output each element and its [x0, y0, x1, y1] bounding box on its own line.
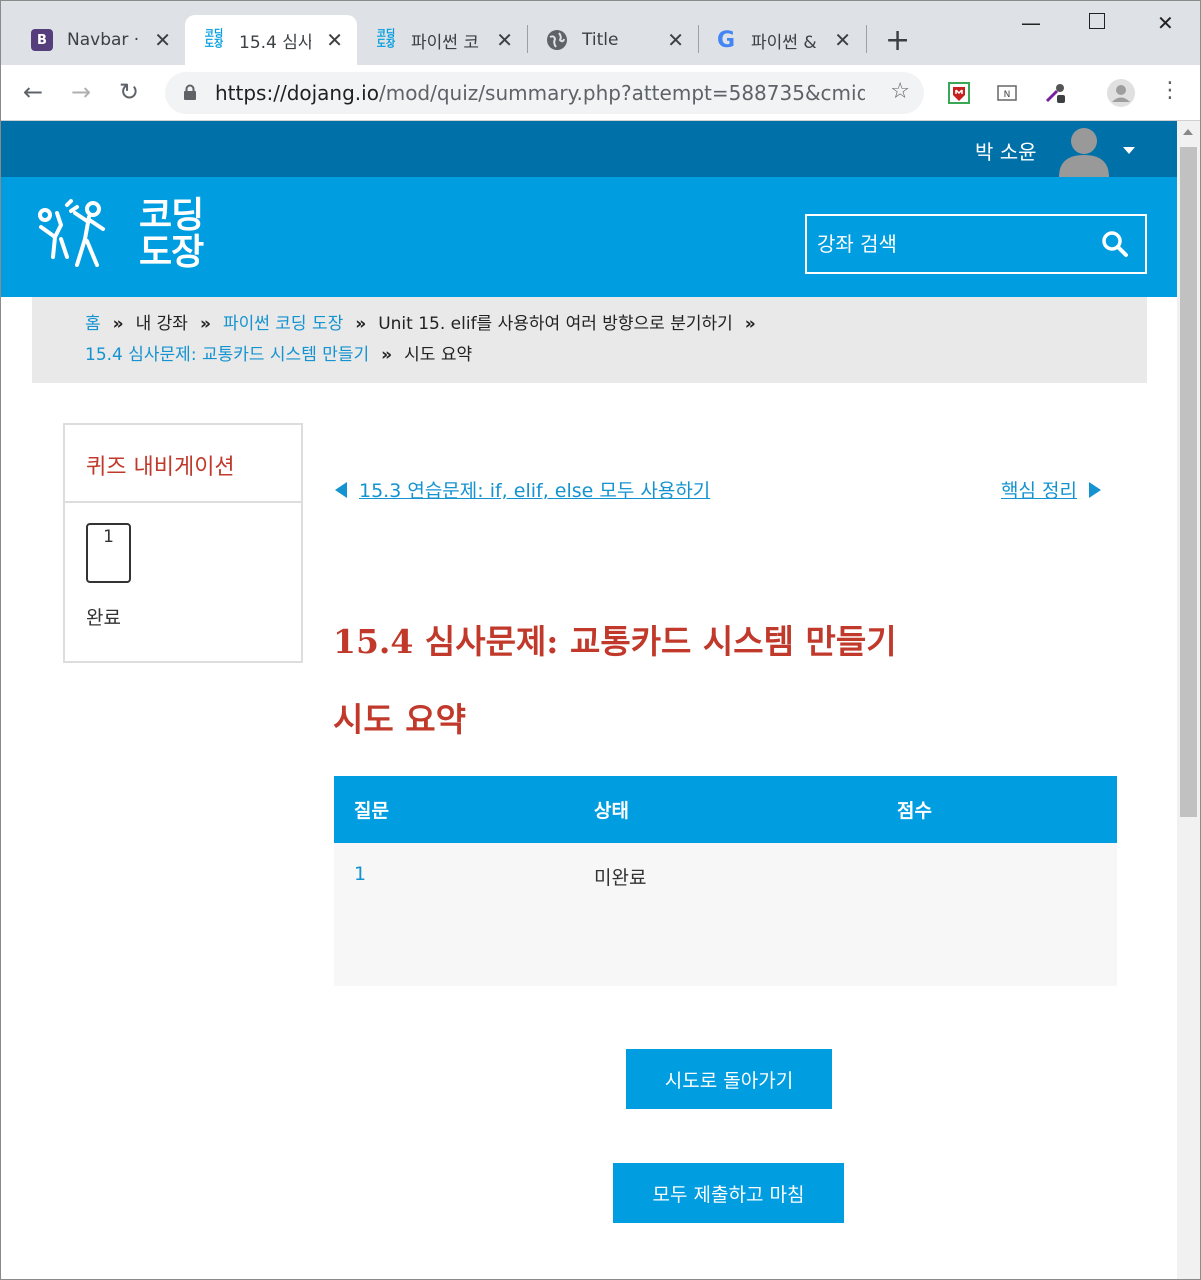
globe-icon: [546, 29, 568, 51]
url-text[interactable]: https://dojang.io/mod/quiz/summary.php?a…: [215, 81, 865, 105]
dojang-favicon-icon: 코딩 도장: [204, 29, 224, 50]
user-name[interactable]: 박 소윤: [975, 136, 1037, 165]
course-search-input[interactable]: [807, 216, 1087, 272]
breadcrumb-current: 시도 요약: [404, 345, 473, 365]
browser-toolbar: ← → ↻ https://dojang.io/mod/quiz/summary…: [1, 65, 1200, 121]
tab-navbar[interactable]: B Navbar · ✕: [1, 15, 185, 65]
notion-extension-icon[interactable]: N: [995, 81, 1019, 105]
svg-text:N: N: [1004, 90, 1011, 100]
page-title: 15.4 심사문제: 교통카드 시스템 만들기: [333, 622, 897, 661]
dojang-favicon-icon: 코딩 도장: [376, 29, 396, 50]
course-search-box: [805, 214, 1147, 274]
tab-quiz-summary[interactable]: 코딩 도장 15.4 심사 ✕: [185, 15, 357, 65]
user-bar: 박 소윤: [1, 121, 1177, 177]
quiz-navigation-block: 퀴즈 내비게이션 1 완료: [63, 423, 303, 663]
score-cell: [877, 843, 1117, 986]
prev-activity-link[interactable]: 15.3 연습문제: if, elif, else 모두 사용하기: [335, 476, 710, 503]
address-bar[interactable]: https://dojang.io/mod/quiz/summary.php?a…: [165, 72, 924, 114]
question-link[interactable]: 1: [354, 863, 366, 885]
prev-arrow-icon: [335, 482, 347, 498]
quiz-navigation-title: 퀴즈 내비게이션: [65, 425, 301, 503]
back-icon[interactable]: ←: [23, 78, 43, 106]
breadcrumb-separator: »: [744, 314, 756, 334]
tab-title: 파이썬 &: [751, 32, 817, 53]
summary-table: 질문 상태 점수 1 미완료: [334, 776, 1117, 986]
next-activity-label: 핵심 정리: [1001, 480, 1077, 502]
tab-title-page[interactable]: Title ✕: [528, 15, 698, 65]
reload-icon[interactable]: ↻: [119, 78, 139, 106]
tab-google-search[interactable]: G 파이썬 & ✕: [699, 15, 865, 65]
tab-python-coding[interactable]: 코딩 도장 파이썬 코 ✕: [357, 15, 527, 65]
close-window-icon[interactable]: ✕: [1157, 11, 1174, 35]
breadcrumb-separator: »: [199, 314, 211, 334]
close-tab-icon[interactable]: ✕: [667, 28, 684, 52]
tab-title: Title: [582, 30, 619, 50]
menu-kebab-icon[interactable]: ⋮: [1159, 78, 1181, 103]
site-logo-text[interactable]: 코딩 도장: [139, 195, 204, 273]
logo-line-2: 도장: [139, 232, 204, 273]
bootstrap-icon: B: [31, 29, 53, 51]
breadcrumb-quiz[interactable]: 15.4 심사문제: 교통카드 시스템 만들기: [85, 345, 369, 365]
google-icon: G: [716, 27, 736, 53]
breadcrumb-separator: »: [112, 314, 124, 334]
breadcrumb-home[interactable]: 홈: [85, 314, 101, 334]
close-tab-icon[interactable]: ✕: [326, 28, 343, 52]
tab-title: 파이썬 코: [411, 32, 479, 53]
col-status-header: 상태: [574, 776, 877, 843]
submit-all-and-finish-button[interactable]: 모두 제출하고 마침: [613, 1163, 844, 1223]
question-cell: 1: [334, 843, 574, 986]
table-header-row: 질문 상태 점수: [334, 776, 1117, 843]
next-activity-link[interactable]: 핵심 정리: [1001, 476, 1101, 503]
breadcrumb-separator: »: [355, 314, 367, 334]
finish-attempt-link[interactable]: 완료: [86, 603, 121, 630]
table-row: 1 미완료: [334, 843, 1117, 986]
web-page: 박 소윤 코딩 도장 강좌 검색 홈 » 내 강좌 » 파이썬 코딩 도장 » …: [1, 121, 1177, 1279]
close-tab-icon[interactable]: ✕: [496, 28, 513, 52]
scroll-up-arrow-icon[interactable]: [1183, 129, 1193, 135]
profile-icon[interactable]: [1107, 79, 1135, 107]
breadcrumb: 홈 » 내 강좌 » 파이썬 코딩 도장 » Unit 15. elif를 사용하여 여러 …: [32, 297, 1147, 383]
scrollbar-thumb[interactable]: [1180, 147, 1197, 817]
page-scrollbar[interactable]: [1177, 121, 1200, 1279]
shield-extension-icon[interactable]: [947, 81, 971, 105]
site-header: 코딩 도장: [1, 177, 1177, 297]
logo-line-1: 코딩: [139, 195, 204, 236]
close-tab-icon[interactable]: ✕: [834, 28, 851, 52]
url-host: https://dojang.io: [215, 81, 379, 105]
tab-title: 15.4 심사: [239, 32, 311, 53]
tab-strip: B Navbar · ✕ 코딩 도장 15.4 심사 ✕ 코딩 도장 파이썬 코 ✕…: [1, 1, 1200, 65]
browser-window: B Navbar · ✕ 코딩 도장 15.4 심사 ✕ 코딩 도장 파이썬 코 ✕…: [0, 0, 1201, 1280]
return-to-attempt-button[interactable]: 시도로 돌아가기: [626, 1049, 832, 1109]
breadcrumb-course[interactable]: 파이썬 코딩 도장: [223, 314, 343, 334]
col-score-header: 점수: [877, 776, 1117, 843]
eyedropper-extension-icon[interactable]: [1043, 81, 1067, 105]
user-avatar-icon[interactable]: [1057, 123, 1111, 177]
question-1-button[interactable]: 1: [86, 523, 131, 583]
bookmark-star-icon[interactable]: ☆: [890, 79, 910, 104]
col-question-header: 질문: [334, 776, 574, 843]
lock-icon: [184, 84, 196, 100]
search-icon[interactable]: [1101, 230, 1129, 258]
breadcrumb-separator: »: [381, 345, 393, 365]
maximize-icon[interactable]: [1089, 13, 1105, 29]
close-tab-icon[interactable]: ✕: [154, 28, 171, 52]
user-menu-caret-icon[interactable]: [1123, 147, 1135, 154]
breadcrumb-unit: Unit 15. elif를 사용하여 여러 방향으로 분기하기: [378, 314, 733, 334]
forward-icon[interactable]: →: [71, 78, 91, 106]
status-cell: 미완료: [574, 843, 877, 986]
tab-title: Navbar ·: [67, 30, 140, 50]
url-path: /mod/quiz/summary.php?attempt=588735&cmi…: [378, 81, 865, 105]
minimize-icon[interactable]: —: [1021, 11, 1041, 35]
new-tab-button[interactable]: +: [885, 23, 910, 58]
breadcrumb-my-courses: 내 강좌: [135, 314, 188, 334]
next-arrow-icon: [1088, 482, 1101, 498]
section-title: 시도 요약: [333, 700, 466, 739]
prev-activity-label: 15.3 연습문제: if, elif, else 모두 사용하기: [359, 480, 711, 502]
tab-separator: [866, 25, 867, 53]
dojang-logo-figure-icon[interactable]: [31, 199, 121, 274]
